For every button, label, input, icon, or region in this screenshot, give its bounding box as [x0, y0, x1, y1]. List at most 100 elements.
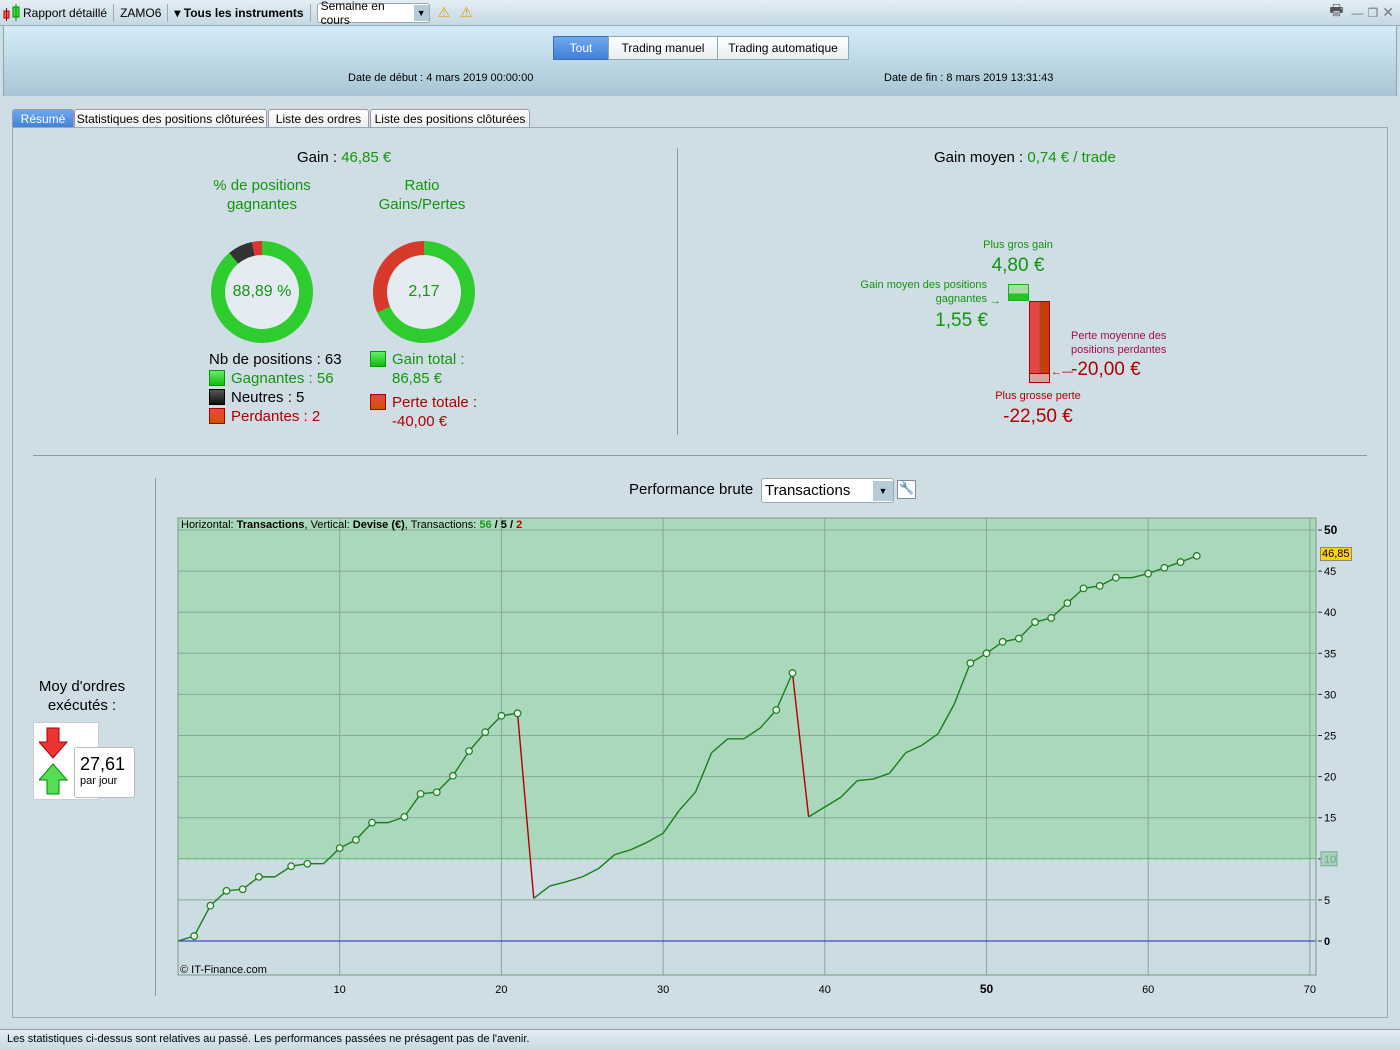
account-button[interactable]: ZAMO6	[120, 6, 161, 20]
divider	[33, 455, 1367, 456]
positions-legend: Nb de positions : 63 Gagnantes : 56 Neut…	[209, 350, 342, 426]
data-point	[772, 706, 781, 714]
loss-total-value: -40,00 €	[392, 413, 448, 430]
printer-icon[interactable]: 🖶	[1329, 0, 1343, 25]
tick-label-y: 25	[1324, 731, 1336, 743]
restore-icon[interactable]: ❐	[1368, 6, 1379, 20]
instruments-dropdown[interactable]: ▾ Tous les instruments	[174, 6, 303, 20]
data-point	[335, 844, 344, 853]
minimize-icon[interactable]: —	[1352, 6, 1364, 20]
period-select[interactable]: Semaine en cours ▼	[316, 0, 430, 27]
positive-zone	[178, 518, 1316, 859]
data-point	[1031, 618, 1039, 626]
caret-down-icon: ▾	[174, 5, 184, 20]
tick-label-y: 45	[1324, 566, 1336, 578]
data-point	[788, 669, 797, 677]
avg-gain: Gain moyen : 0,74 € / trade	[934, 149, 1116, 166]
arrows-icon	[39, 727, 69, 795]
candlestick-icon	[3, 3, 20, 21]
avg-win-value: 1,55 €	[935, 310, 988, 331]
tab-orders[interactable]: Liste des ordres	[268, 109, 369, 128]
worst-loss-label: Plus grosse perte	[995, 390, 1081, 402]
totals-legend: Gain total : 86,85 € Perte totale : -40,…	[370, 350, 477, 431]
data-point	[1160, 563, 1169, 572]
data-point	[1014, 634, 1023, 643]
green-swatch-icon	[370, 351, 386, 367]
data-point	[254, 872, 263, 881]
tick-label-y: 15	[1324, 813, 1336, 825]
positions-count: Nb de positions : 63	[209, 351, 342, 368]
avg-loss-value: -20,00 €	[1071, 359, 1141, 380]
chevron-down-icon: ▼	[413, 4, 429, 21]
data-point	[481, 728, 490, 737]
perf-label: Performance brute	[629, 481, 754, 498]
loss-total-label: Perte totale :	[392, 394, 478, 411]
data-point	[1176, 558, 1185, 566]
data-point	[400, 812, 409, 821]
warning-icon[interactable]: ⚠	[438, 4, 451, 21]
avg-loss-label: Perte moyenne des positions perdantes	[1071, 330, 1167, 356]
tick-label-x: 30	[657, 984, 669, 996]
tick-label-y: 5	[1324, 895, 1330, 907]
last-value-tag: 46,85	[1320, 547, 1352, 561]
avg-win-label: Gain moyen des positions gagnantes	[860, 279, 987, 305]
tick-label-x: 60	[1142, 984, 1154, 996]
start-date: Date de début : 4 mars 2019 00:00:00	[348, 72, 534, 84]
data-point	[1144, 569, 1153, 578]
status-bar: Les statistiques ci-dessus sont relative…	[0, 1029, 1400, 1050]
warning-icon[interactable]: ⚠	[460, 4, 473, 21]
orders-value: 27,61	[80, 754, 126, 774]
data-point	[1079, 584, 1088, 593]
negative-zone	[178, 858, 1316, 975]
data-point	[190, 932, 199, 940]
close-icon[interactable]: ✕	[1382, 4, 1394, 21]
data-point	[1095, 581, 1104, 590]
mode-manual-button[interactable]: Trading manuel	[608, 36, 718, 60]
data-point	[222, 886, 231, 895]
loss-bar	[1029, 301, 1050, 383]
mode-all-button[interactable]: Tout	[553, 36, 609, 60]
report-title: Rapport détaillé	[23, 5, 108, 20]
performance-chart: 0 5 10 15 20 25 30 35 40 45 50 10 20 30 40 50 60 70	[177, 517, 1338, 996]
data-point	[982, 649, 991, 658]
tick-label-y: 40	[1324, 607, 1336, 619]
orders-label: Moy d'ordres exécutés :	[38, 678, 126, 714]
data-point	[368, 818, 376, 827]
divider	[677, 148, 678, 435]
gain-total-label: Gain total :	[392, 351, 465, 368]
best-gain-label: Plus gros gain	[983, 239, 1053, 251]
data-point	[998, 637, 1007, 646]
data-point	[1111, 573, 1120, 582]
tick-label-x: 40	[819, 984, 831, 996]
data-point	[497, 711, 506, 720]
data-point	[416, 789, 425, 798]
divider	[155, 478, 156, 996]
tick-label-y: 0	[1324, 936, 1330, 948]
wrench-icon[interactable]: 🔧	[897, 480, 916, 499]
data-point	[238, 885, 247, 894]
losers-count: Perdantes : 2	[231, 408, 321, 425]
mode-auto-button[interactable]: Trading automatique	[717, 36, 849, 60]
copyright: © IT-Finance.com	[180, 964, 267, 976]
worst-loss-value: -22,50 €	[1003, 406, 1073, 427]
gain-loss-ratio-value: 2,17	[408, 283, 440, 300]
perf-select[interactable]: Transactions ▼	[761, 478, 894, 503]
data-point	[303, 859, 312, 868]
tick-label-x: 50	[980, 982, 994, 996]
tab-summary[interactable]: Résumé	[12, 109, 74, 128]
win-ratio-title: % de positions gagnantes	[213, 177, 311, 213]
gain-total-value: 86,85 €	[392, 370, 443, 387]
tick-label-y: 30	[1324, 689, 1336, 701]
gain-bar	[1008, 284, 1029, 301]
data-point	[966, 659, 975, 668]
tab-closed-positions[interactable]: Liste des positions clôturées	[370, 109, 530, 128]
data-point	[1063, 599, 1072, 608]
header-panel: Tout Trading manuel Trading automatique …	[3, 26, 1397, 96]
arrow-right-icon: →	[990, 295, 1001, 307]
tab-closed-stats[interactable]: Statistiques des positions clôturées	[74, 109, 267, 128]
green-swatch-icon	[209, 370, 225, 386]
data-point	[351, 835, 360, 844]
data-point	[513, 709, 522, 718]
data-point	[1192, 551, 1201, 560]
red-swatch-icon	[209, 408, 225, 424]
